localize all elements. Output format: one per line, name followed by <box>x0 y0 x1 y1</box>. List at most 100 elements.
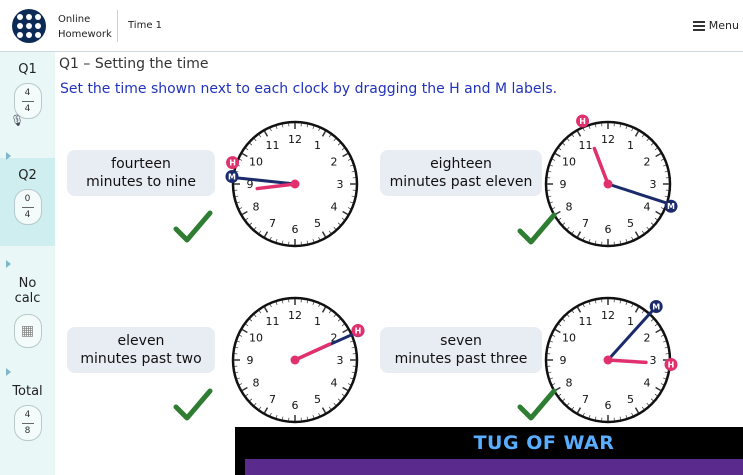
svg-text:H: H <box>579 117 586 126</box>
q2-score: 0 <box>24 193 31 204</box>
task-title: Time 1 <box>128 20 163 31</box>
banner-title: TUG OF WAR <box>473 432 615 454</box>
clock-3-label-line1: eleven <box>117 333 165 349</box>
hour-drag-handle[interactable]: H <box>226 156 240 170</box>
clock-numeral: 2 <box>643 332 650 345</box>
clock-numeral: 9 <box>560 178 567 191</box>
clock-2-time-label: eighteen minutes past eleven <box>380 150 542 196</box>
clock-numeral: 3 <box>650 178 657 191</box>
total-label: Total <box>12 384 43 399</box>
clock-numeral: 6 <box>605 399 612 412</box>
clock-numeral: 7 <box>582 217 589 230</box>
clock-numeral: 3 <box>337 178 344 191</box>
menu-label: Menu <box>708 19 739 32</box>
app-title-line2: Homework <box>58 29 112 40</box>
clock-4-correct-tick-icon <box>517 388 557 421</box>
clock-numeral: 12 <box>288 309 302 322</box>
hour-drag-handle[interactable]: H <box>351 323 365 337</box>
clock-numeral: 6 <box>292 223 299 236</box>
tug-of-war-banner[interactable]: TUG OF WAR <box>235 427 743 475</box>
clock-numeral: 11 <box>266 315 280 328</box>
clock-numeral: 3 <box>337 354 344 367</box>
clock-numeral: 1 <box>314 139 321 152</box>
clock-numeral: 3 <box>650 354 657 367</box>
clock-2-correct-tick-icon <box>517 212 557 245</box>
top-bar: Online Homework Time 1 Menu <box>0 0 743 52</box>
hamburger-icon <box>692 21 705 31</box>
clock-numeral: 11 <box>579 315 593 328</box>
clock-2-label-line2: minutes past eleven <box>389 174 533 190</box>
minute-drag-handle[interactable]: M <box>664 199 678 213</box>
clock-numeral: 4 <box>330 377 337 390</box>
total-score: Total 4 8 <box>0 384 55 441</box>
clock-numeral: 5 <box>627 217 634 230</box>
clock-3-label-line2: minutes past two <box>80 351 202 367</box>
svg-text:M: M <box>667 202 675 211</box>
clock-numeral: 9 <box>560 354 567 367</box>
q1-total: 4 <box>24 103 31 114</box>
header-divider <box>117 10 118 42</box>
clock-numeral: 12 <box>601 309 615 322</box>
hour-drag-handle[interactable]: H <box>664 357 678 371</box>
calculator-icon: ▦ <box>13 314 42 348</box>
clock-numeral: 2 <box>330 156 337 169</box>
clock-numeral: 6 <box>605 223 612 236</box>
clock-4-label-line1: seven <box>440 333 482 349</box>
clock-numeral: 7 <box>269 217 276 230</box>
svg-text:M: M <box>228 172 236 181</box>
clock-1-correct-tick-icon <box>173 210 213 243</box>
clock-1-label-line2: minutes to nine <box>86 174 196 190</box>
q1-score: 4 <box>24 87 31 98</box>
clock-numeral: 5 <box>314 217 321 230</box>
sidebar-item-q2[interactable]: Q2 0 4 <box>0 168 55 225</box>
clock-numeral: 10 <box>562 332 576 345</box>
clock-1-label-line1: fourteen <box>111 156 171 172</box>
calc-label-line1: No <box>18 276 37 291</box>
clock-numeral: 1 <box>314 315 321 328</box>
q2-total: 4 <box>24 209 31 220</box>
clock-numeral: 9 <box>247 354 254 367</box>
clock-4: 12 1234567891011MH <box>544 296 678 424</box>
total-score-value: 4 <box>24 409 31 420</box>
clock-3-correct-tick-icon <box>173 388 213 421</box>
banner-bar <box>245 459 743 475</box>
clock-4-time-label: seven minutes past three <box>380 327 542 373</box>
svg-text:H: H <box>355 326 362 335</box>
clock-numeral: 4 <box>643 201 650 214</box>
sidebar-item-q1[interactable]: Q1 4 4 <box>0 62 55 119</box>
menu-button[interactable]: Menu <box>692 19 739 32</box>
question-instruction: Set the time shown next to each clock by… <box>60 81 558 97</box>
minute-drag-handle[interactable]: M <box>649 299 663 313</box>
clock-numeral: 7 <box>269 393 276 406</box>
clock-4-label-line2: minutes past three <box>394 351 528 367</box>
clock-3: 121234567891011MH <box>231 296 365 424</box>
app-title-line1: Online <box>58 14 91 25</box>
clock-numeral: 1 <box>627 315 634 328</box>
clock-numeral: 2 <box>643 156 650 169</box>
app-logo-icon[interactable] <box>12 9 46 43</box>
clock-numeral: 8 <box>253 201 260 214</box>
clock-numeral: 10 <box>249 156 263 169</box>
microphone-icon[interactable]: 🎙 <box>10 114 24 127</box>
hour-drag-handle[interactable]: H <box>576 114 590 128</box>
q2-label: Q2 <box>18 168 37 183</box>
clock-numeral: 7 <box>582 393 589 406</box>
clock-numeral: 4 <box>643 377 650 390</box>
hour-hand <box>606 358 648 365</box>
q1-label: Q1 <box>18 62 37 77</box>
clock-numeral: 1 <box>627 139 634 152</box>
svg-text:M: M <box>652 302 660 311</box>
minute-drag-handle[interactable]: M <box>225 169 239 183</box>
clock-2: 12 1234567891011MH <box>544 114 678 248</box>
calc-label-line2: calc <box>14 291 41 306</box>
clock-numeral: 10 <box>562 156 576 169</box>
clock-2-label-line1: eighteen <box>430 156 492 172</box>
clock-numeral: 8 <box>253 377 260 390</box>
question-panel: Q1 – Setting the time Set the time shown… <box>55 52 743 475</box>
total-score-badge: 4 8 <box>13 405 42 441</box>
clock-numeral: 5 <box>314 393 321 406</box>
question-title: Q1 – Setting the time <box>59 56 209 72</box>
clock-numeral: 12 <box>288 133 302 146</box>
calculator-status: No calc ▦ <box>0 276 55 348</box>
svg-text:H: H <box>229 159 236 168</box>
